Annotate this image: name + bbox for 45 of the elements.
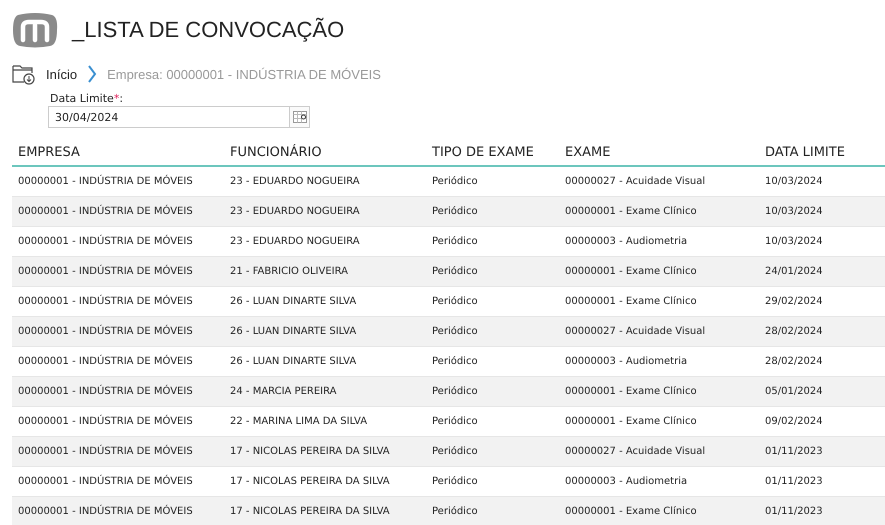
table-cell: 23 - EDUARDO NOGUEIRA xyxy=(224,196,426,226)
logo-icon xyxy=(12,12,58,48)
column-header[interactable]: EMPRESA xyxy=(12,138,224,166)
date-field[interactable]: 30/04/2024 xyxy=(48,106,289,128)
chevron-icon xyxy=(87,64,98,84)
table-cell: 01/11/2023 xyxy=(759,496,885,525)
column-header[interactable]: EXAME xyxy=(559,138,759,166)
field-label: Data Limite*: xyxy=(50,92,124,105)
table-cell: Periódico xyxy=(426,436,559,466)
column-header[interactable]: TIPO DE EXAME xyxy=(426,138,559,166)
table-cell: 00000001 - INDÚSTRIA DE MÓVEIS xyxy=(12,436,224,466)
table-cell: 00000001 - Exame Clínico xyxy=(559,496,759,525)
table-cell: 21 - FABRICIO OLIVEIRA xyxy=(224,256,426,286)
table-cell: Periódico xyxy=(426,376,559,406)
table-cell: 00000027 - Acuidade Visual xyxy=(559,436,759,466)
column-header[interactable]: FUNCIONÁRIO xyxy=(224,138,426,166)
table-cell: 00000001 - INDÚSTRIA DE MÓVEIS xyxy=(12,316,224,346)
table-cell: 26 - LUAN DINARTE SILVA xyxy=(224,316,426,346)
table-cell: 00000001 - INDÚSTRIA DE MÓVEIS xyxy=(12,496,224,525)
calendar-icon xyxy=(292,111,306,123)
table-cell: 28/02/2024 xyxy=(759,316,885,346)
table-cell: 00000001 - INDÚSTRIA DE MÓVEIS xyxy=(12,196,224,226)
table-cell: Periódico xyxy=(426,316,559,346)
table-cell: 00000027 - Acuidade Visual xyxy=(559,316,759,346)
table-cell: 01/11/2023 xyxy=(759,436,885,466)
folder-download-icon[interactable] xyxy=(12,63,36,85)
page-title: _LISTA DE CONVOCAÇÃO xyxy=(72,16,344,42)
table-cell: 17 - NICOLAS PEREIRA DA SILVA xyxy=(224,436,426,466)
table-cell: 24/01/2024 xyxy=(759,256,885,286)
breadcrumb-link[interactable]: Início xyxy=(46,66,78,82)
table-cell: Periódico xyxy=(426,196,559,226)
column-header[interactable]: DATA LIMITE xyxy=(759,138,885,166)
table-cell: 00000001 - INDÚSTRIA DE MÓVEIS xyxy=(12,376,224,406)
table-cell: 05/01/2024 xyxy=(759,376,885,406)
table-cell: Periódico xyxy=(426,496,559,525)
table-cell: 00000001 - Exame Clínico xyxy=(559,196,759,226)
table-cell: 00000001 - Exame Clínico xyxy=(559,376,759,406)
table-cell: 00000001 - Exame Clínico xyxy=(559,256,759,286)
table-cell: Periódico xyxy=(426,256,559,286)
calendar-button[interactable] xyxy=(289,106,310,128)
table-cell: 24 - MARCIA PEREIRA xyxy=(224,376,426,406)
table-cell: 17 - NICOLAS PEREIRA DA SILVA xyxy=(224,496,426,525)
breadcrumb-current: Empresa: 00000001 - INDÚSTRIA DE MÓVEIS xyxy=(107,66,381,82)
table-cell: 00000001 - INDÚSTRIA DE MÓVEIS xyxy=(12,256,224,286)
table-cell: 10/03/2024 xyxy=(759,196,885,226)
